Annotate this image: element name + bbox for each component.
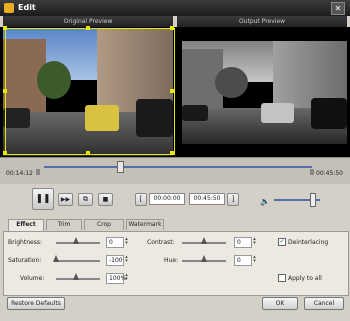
trim-end-marker[interactable]: [310, 169, 314, 175]
window-title: Edit: [18, 3, 36, 12]
apply-to-all-label: Apply to all: [288, 275, 322, 282]
saturation-label: Saturation:: [8, 257, 42, 264]
brightness-spinner[interactable]: ▴ ▾: [124, 237, 129, 246]
hue-label: Hue:: [164, 257, 179, 264]
current-time: 00:14:12: [6, 170, 33, 177]
saturation-slider[interactable]: [56, 260, 100, 262]
timeline-slider-handle[interactable]: [117, 161, 125, 173]
speaker-icon[interactable]: 🔈: [260, 197, 270, 206]
hue-input[interactable]: 0: [234, 255, 252, 266]
tab-effect[interactable]: Effect: [8, 219, 44, 231]
ok-button[interactable]: OK: [262, 297, 298, 310]
volume-label: Volume:: [20, 275, 45, 282]
volume-input[interactable]: 100%: [106, 273, 126, 284]
deinterlacing-label: Deinterlacing: [288, 239, 329, 246]
crop-handle[interactable]: [3, 26, 7, 30]
saturation-input[interactable]: -100: [106, 255, 124, 266]
saturation-spinner[interactable]: ▴ ▾: [124, 255, 129, 264]
stop-icon[interactable]: ■: [98, 193, 113, 206]
saturation-slider-handle[interactable]: [53, 255, 59, 262]
volume-effect-slider-handle[interactable]: [73, 273, 79, 280]
tab-trim[interactable]: Trim: [46, 219, 82, 230]
timeline-bar: 00:14:12 00:45:50: [0, 157, 350, 185]
restore-defaults-button[interactable]: Restore Defaults: [7, 297, 65, 310]
output-preview-label: Output Preview: [177, 16, 347, 27]
output-preview: [182, 41, 347, 144]
playback-controls: ❚❚ ▶▶ ⧉ ■ [ 00:00:00 00:45:50 ] 🔈: [0, 184, 350, 214]
crop-handle[interactable]: [170, 151, 174, 155]
contrast-slider-handle[interactable]: [201, 237, 207, 244]
crop-handle[interactable]: [170, 26, 174, 30]
contrast-spinner[interactable]: ▴ ▾: [252, 237, 257, 246]
tab-crop[interactable]: Crop: [84, 219, 124, 230]
pause-icon[interactable]: ❚❚: [32, 188, 54, 210]
dialog-buttons: Restore Defaults OK Cancel: [0, 296, 350, 321]
deinterlacing-checkbox[interactable]: ✓: [278, 238, 286, 246]
apply-to-all-checkbox[interactable]: [278, 274, 286, 282]
trim-start-time[interactable]: 00:00:00: [149, 193, 185, 205]
brightness-slider-handle[interactable]: [73, 237, 79, 244]
effect-panel: Brightness: 0 ▴ ▾ Contrast: 0 ▴ ▾ ✓ Deinte…: [3, 231, 349, 296]
contrast-label: Contrast:: [147, 239, 175, 246]
preview-area: [0, 26, 350, 157]
crop-handle[interactable]: [3, 89, 7, 93]
contrast-input[interactable]: 0: [234, 237, 252, 248]
cancel-button[interactable]: Cancel: [304, 297, 344, 310]
right-bracket-icon[interactable]: ]: [227, 193, 239, 206]
trim-end-time[interactable]: 00:45:50: [189, 193, 225, 205]
close-icon[interactable]: ✕: [331, 2, 345, 15]
fast-forward-icon[interactable]: ▶▶: [58, 193, 73, 206]
brightness-label: Brightness:: [8, 239, 42, 246]
title-bar: Edit ✕: [0, 0, 350, 16]
volume-slider-handle[interactable]: [310, 193, 317, 207]
volume-spinner[interactable]: ▴ ▾: [124, 273, 129, 282]
snapshot-icon[interactable]: ⧉: [78, 193, 93, 206]
crop-handle[interactable]: [86, 151, 90, 155]
app-icon: [4, 3, 14, 13]
trim-start-marker[interactable]: [36, 169, 40, 175]
tab-strip: Effect Trim Crop Watermark: [0, 219, 350, 231]
brightness-input[interactable]: 0: [106, 237, 124, 248]
end-time: 00:45:50: [316, 170, 343, 177]
timeline-track[interactable]: [44, 166, 312, 168]
crop-handle[interactable]: [170, 89, 174, 93]
hue-spinner[interactable]: ▴ ▾: [252, 255, 257, 264]
left-bracket-icon[interactable]: [: [135, 193, 147, 206]
crop-handle[interactable]: [86, 26, 90, 30]
tab-watermark[interactable]: Watermark: [126, 219, 164, 230]
hue-slider-handle[interactable]: [201, 255, 207, 262]
crop-frame[interactable]: [5, 28, 175, 155]
crop-handle[interactable]: [3, 151, 7, 155]
